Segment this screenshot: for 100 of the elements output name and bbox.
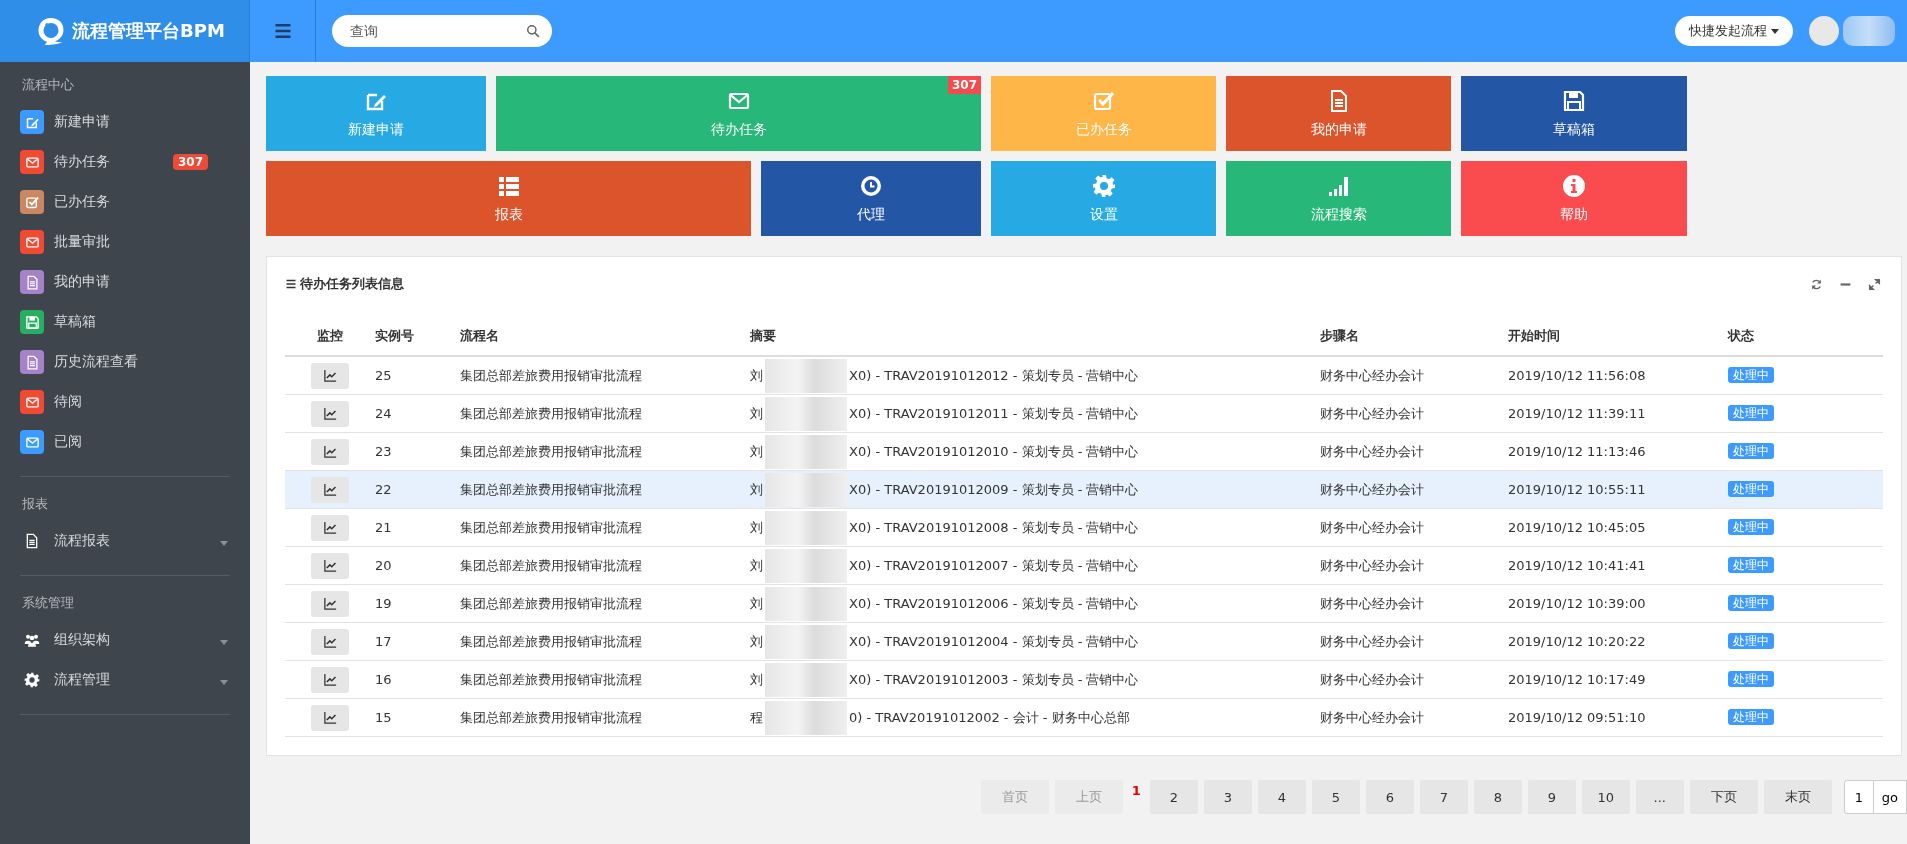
table-row[interactable]: 21 集团总部差旅费用报销审批流程 刘 X0) - TRAV20191012008 - 策划专员 - 营销中心 财务中心经办会计 2019/10/12 10:45:05 处理中	[285, 508, 1883, 547]
app-title: 流程管理平台BPM	[72, 19, 225, 43]
count-badge: 307	[172, 154, 208, 170]
sidebar-item[interactable]: 流程报表	[20, 521, 230, 561]
table-row[interactable]: 17 集团总部差旅费用报销审批流程 刘 X0) - TRAV20191012004 - 策划专员 - 营销中心 财务中心经办会计 2019/10/12 10:20:22 处理中	[285, 622, 1883, 661]
table-cell: 2019/10/12 10:45:05	[1508, 520, 1646, 535]
sidebar-item[interactable]: 批量审批	[20, 222, 230, 262]
sidebar-item[interactable]: 草稿箱	[20, 302, 230, 342]
status-badge: 处理中	[1728, 443, 1774, 459]
sidebar-item[interactable]: 流程管理	[20, 660, 230, 700]
table-cell: 财务中心经办会计	[1320, 709, 1424, 725]
sidebar-item[interactable]: 组织架构	[20, 620, 230, 660]
count-badge: 307	[947, 76, 981, 94]
sidebar-item[interactable]: 历史流程查看	[20, 342, 230, 382]
page-button[interactable]: 9	[1527, 780, 1576, 814]
monitor-button[interactable]	[311, 666, 349, 693]
tile-label: 流程搜索	[1310, 205, 1367, 224]
status-badge: 处理中	[1728, 709, 1774, 725]
sidebar-item[interactable]: 已阅	[20, 422, 230, 462]
sidebar-item[interactable]: 新建申请	[20, 102, 230, 142]
table-row[interactable]: 20 集团总部差旅费用报销审批流程 刘 X0) - TRAV20191012007 - 策划专员 - 营销中心 财务中心经办会计 2019/10/12 10:41:41 处理中	[285, 546, 1883, 585]
caret-icon	[1771, 28, 1779, 34]
monitor-button[interactable]	[311, 400, 349, 427]
go-button[interactable]: go	[1873, 780, 1907, 814]
sidebar-label: 历史流程查看	[54, 353, 139, 371]
search-field[interactable]: 查询	[332, 15, 552, 47]
monitor-button[interactable]	[311, 476, 349, 503]
page-button[interactable]: 8	[1473, 780, 1522, 814]
monitor-button[interactable]	[311, 552, 349, 579]
page-nav-button[interactable]: 末页	[1763, 780, 1832, 814]
sidebar-item[interactable]: 我的申请	[20, 262, 230, 302]
table-cell: 集团总部差旅费用报销审批流程	[460, 557, 642, 573]
table-cell: 财务中心经办会计	[1320, 557, 1424, 573]
sidebar-item[interactable]: 待阅	[20, 382, 230, 422]
table-cell: 2019/10/12 10:20:22	[1508, 634, 1646, 649]
table-cell: 2019/10/12 11:56:08	[1508, 368, 1646, 383]
monitor-button[interactable]	[311, 438, 349, 465]
shortcut-tile[interactable]: 报表	[266, 161, 751, 236]
sidebar-label: 草稿箱	[54, 313, 97, 331]
page-button[interactable]: 10	[1581, 780, 1630, 814]
monitor-button[interactable]	[311, 590, 349, 617]
table-row[interactable]: 23 集团总部差旅费用报销审批流程 刘 X0) - TRAV20191012010 - 策划专员 - 营销中心 财务中心经办会计 2019/10/12 11:13:46 处理中	[285, 432, 1883, 471]
table-row[interactable]: 22 集团总部差旅费用报销审批流程 刘 X0) - TRAV20191012009 - 策划专员 - 营销中心 财务中心经办会计 2019/10/12 10:55:11 处理中	[285, 470, 1883, 509]
table-cell: 集团总部差旅费用报销审批流程	[460, 671, 642, 687]
table-cell: 20	[375, 558, 392, 573]
table-row[interactable]: 19 集团总部差旅费用报销审批流程 刘 X0) - TRAV20191012006 - 策划专员 - 营销中心 财务中心经办会计 2019/10/12 10:39:00 处理中	[285, 584, 1883, 623]
quick-start-button[interactable]: 快捷发起流程	[1675, 16, 1793, 46]
sidebar-label: 已阅	[54, 433, 83, 451]
page-ellipsis-button[interactable]: ...	[1635, 780, 1684, 814]
table-cell: 集团总部差旅费用报销审批流程	[460, 709, 642, 725]
tile-label: 待办任务	[710, 120, 767, 139]
page-nav-button[interactable]: 下页	[1689, 780, 1758, 814]
table-cell: 刘	[750, 442, 763, 461]
table-row[interactable]: 24 集团总部差旅费用报销审批流程 刘 X0) - TRAV20191012011 - 策划专员 - 营销中心 财务中心经办会计 2019/10/12 11:39:11 处理中	[285, 394, 1883, 433]
table-cell: X0) - TRAV20191012009 - 策划专员 - 营销中心	[849, 480, 1139, 499]
sidebar-label: 已办任务	[54, 193, 111, 211]
shortcut-tile[interactable]: 代理	[761, 161, 981, 236]
column-header: 开始时间	[1508, 328, 1560, 343]
table-row[interactable]: 16 集团总部差旅费用报销审批流程 刘 X0) - TRAV20191012003 - 策划专员 - 营销中心 财务中心经办会计 2019/10/12 10:17:49 处理中	[285, 660, 1883, 699]
sidebar-item[interactable]: 已办任务	[20, 182, 230, 222]
page-jump-field[interactable]: 1	[1843, 780, 1874, 814]
table-cell: X0) - TRAV20191012008 - 策划专员 - 营销中心	[849, 518, 1139, 537]
monitor-button[interactable]	[311, 704, 349, 731]
status-badge: 处理中	[1728, 595, 1774, 611]
tile-label: 代理	[857, 205, 885, 224]
sidebar-item[interactable]: 待办任务 307	[20, 142, 230, 182]
column-header: 摘要	[750, 328, 776, 343]
line-chart-icon	[322, 368, 338, 383]
shortcut-tile[interactable]: 我的申请	[1226, 76, 1451, 151]
line-chart-icon	[322, 482, 338, 497]
sidebar-label: 流程管理	[54, 671, 111, 689]
table-cell: 2019/10/12 10:55:11	[1508, 482, 1646, 497]
table-row[interactable]: 15 集团总部差旅费用报销审批流程 程 0) - TRAV20191012002 - 会计 - 财务中心总部 财务中心经办会计 2019/10/12 09:51:10 处理中	[285, 698, 1883, 737]
sidebar-label: 组织架构	[54, 631, 111, 649]
shortcut-tile[interactable]: 待办任务 307	[496, 76, 981, 151]
blurred-username	[1843, 16, 1895, 46]
page-button[interactable]: 4	[1257, 780, 1306, 814]
page-button[interactable]: 2	[1149, 780, 1198, 814]
monitor-button[interactable]	[311, 514, 349, 541]
table-cell: 刘	[750, 670, 763, 689]
table-cell: 刘	[750, 556, 763, 575]
status-badge: 处理中	[1728, 671, 1774, 687]
page-button[interactable]: 5	[1311, 780, 1360, 814]
table-cell: 财务中心经办会计	[1320, 633, 1424, 649]
table-cell: 0) - TRAV20191012002 - 会计 - 财务中心总部	[849, 708, 1130, 727]
table-cell: 16	[375, 672, 392, 687]
status-badge: 处理中	[1728, 557, 1774, 573]
table-cell: X0) - TRAV20191012004 - 策划专员 - 营销中心	[849, 632, 1139, 651]
users-icon	[24, 632, 40, 648]
page-button[interactable]: 3	[1203, 780, 1252, 814]
table-cell: 集团总部差旅费用报销审批流程	[460, 443, 642, 459]
page-button[interactable]: 7	[1419, 780, 1468, 814]
line-chart-icon	[322, 710, 338, 725]
page-button[interactable]: 1	[1128, 782, 1144, 798]
table-cell: 财务中心经办会计	[1320, 481, 1424, 497]
shortcut-tile[interactable]: 草稿箱	[1461, 76, 1687, 151]
page-button[interactable]: 6	[1365, 780, 1414, 814]
monitor-button[interactable]	[311, 362, 349, 389]
monitor-button[interactable]	[311, 628, 349, 655]
table-row[interactable]: 25 集团总部差旅费用报销审批流程 刘 X0) - TRAV20191012012 - 策划专员 - 营销中心 财务中心经办会计 2019/10/12 11:56:08 处理中	[285, 356, 1883, 395]
